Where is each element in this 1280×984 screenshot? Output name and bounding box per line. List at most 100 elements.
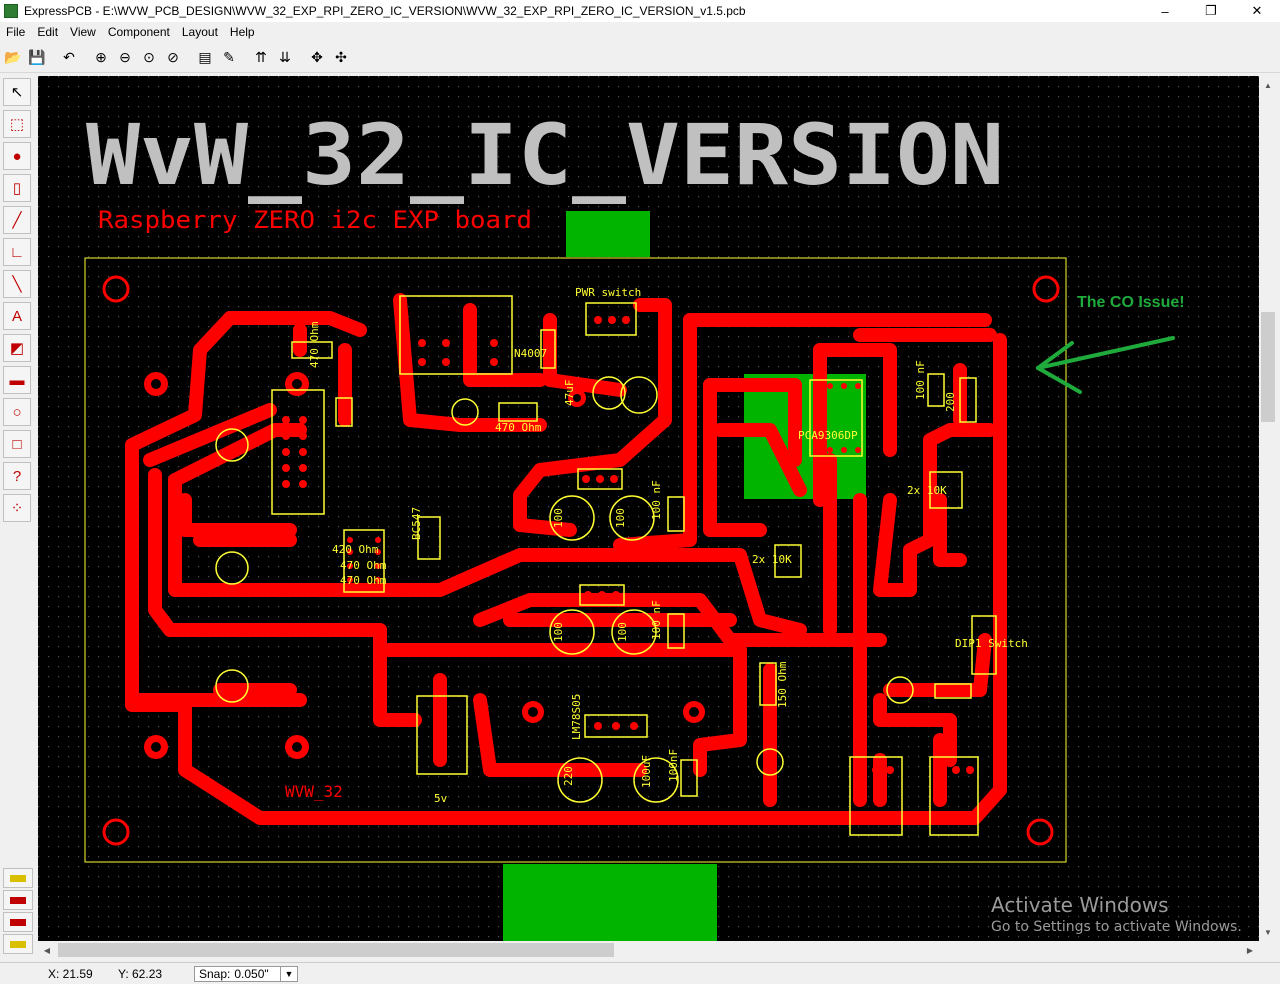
snap-select[interactable]: Snap: 0.050" ▼ — [194, 965, 298, 982]
bottom-layer-icon[interactable]: ⇊ — [274, 47, 296, 69]
label-5v: 5v — [434, 792, 448, 805]
netlist-icon[interactable]: ⁘ — [3, 494, 31, 522]
label-cap220: 220 — [562, 766, 575, 786]
label-cap47uf: 47uF — [563, 380, 576, 407]
maximize-button[interactable]: ❐ — [1188, 0, 1234, 22]
layer-swatch — [10, 896, 26, 904]
label-r470-b: 470 Ohm — [340, 574, 387, 587]
co-issue-annotation: The CO Issue! — [1077, 294, 1185, 311]
top-layer-icon[interactable]: ⇈ — [250, 47, 272, 69]
window-title: ExpressPCB - E:\WVW_PCB_DESIGN\WVW_32_EX… — [24, 4, 746, 18]
status-bar: X: 21.59 Y: 62.23 Snap: 0.050" ▼ — [0, 962, 1280, 984]
open-folder-icon[interactable]: 📂 — [2, 47, 24, 69]
move-component-icon[interactable]: ✣ — [330, 47, 352, 69]
silk-title-text: WvW_32_IC_VERSION — [86, 106, 1004, 204]
place-pad-icon[interactable]: ● — [3, 142, 31, 170]
pad-info-icon[interactable]: ? — [3, 462, 31, 490]
label-cap100-4: 100 — [616, 622, 629, 642]
zoom-in-icon[interactable]: ⊕ — [90, 47, 112, 69]
layer-swatch — [10, 874, 26, 882]
horizontal-scrollbar[interactable]: ◀ ▶ — [38, 941, 1259, 959]
label-cap100nf-4: 100nF — [667, 749, 680, 782]
vertical-scroll-thumb[interactable] — [1261, 312, 1275, 422]
circle-icon[interactable]: ○ — [3, 398, 31, 426]
label-cap100nf-2: 100 nF — [650, 480, 663, 520]
layer-swatch — [10, 918, 26, 926]
label-dip-switch: DIP1 Switch — [955, 637, 1028, 650]
horizontal-scroll-thumb[interactable] — [58, 943, 614, 957]
close-button[interactable]: ✕ — [1234, 0, 1280, 22]
label-r150: 150 Ohm — [776, 661, 789, 708]
menu-file[interactable]: File — [0, 22, 31, 42]
zoom-fit-icon[interactable]: ⊙ — [138, 47, 160, 69]
label-cap100nf-3: 100 nF — [650, 600, 663, 640]
label-cap100-3: 100 — [552, 622, 565, 642]
layer-top-copper-icon[interactable] — [3, 890, 33, 910]
label-r10k-a: 2x 10K — [907, 484, 947, 497]
place-component-icon[interactable]: ▯ — [3, 174, 31, 202]
ground-fill-top — [566, 211, 650, 257]
zoom-out-icon[interactable]: ⊖ — [114, 47, 136, 69]
menu-bar: File Edit View Component Layout Help — [0, 22, 1280, 42]
board-name-label: WVW_32 — [285, 782, 343, 801]
menu-layout[interactable]: Layout — [176, 22, 224, 42]
label-cap100-2: 100 — [614, 508, 627, 528]
label-r420: 420 Ohm — [332, 543, 379, 556]
layer-bottom-copper-icon[interactable] — [3, 912, 33, 932]
title-bar: ExpressPCB - E:\WVW_PCB_DESIGN\WVW_32_EX… — [0, 0, 1280, 22]
menu-view[interactable]: View — [64, 22, 102, 42]
menu-component[interactable]: Component — [102, 22, 176, 42]
left-tool-palette: ↖ ⬚ ● ▯ ╱ ∟ ╲ A ◩ ▬ ○ □? ⁘ — [0, 76, 36, 871]
label-r470-mid: 470 Ohm — [495, 421, 542, 434]
scroll-down-arrow-icon[interactable]: ▼ — [1259, 923, 1277, 941]
copper-fill-icon[interactable]: ▬ — [3, 366, 31, 394]
layer-bottom-silk-icon[interactable] — [3, 934, 33, 954]
layer-swatch — [10, 940, 26, 948]
layer-visibility-palette — [0, 868, 36, 958]
select-arrow-icon[interactable]: ↖ — [3, 78, 31, 106]
rectangle-icon[interactable]: □ — [3, 430, 31, 458]
place-text-icon[interactable]: A — [3, 302, 31, 330]
label-n4007: N4007 — [514, 347, 547, 360]
snap-label: Snap: — [199, 966, 231, 981]
filled-area-icon[interactable]: ◩ — [3, 334, 31, 362]
zoom-previous-icon[interactable]: ⊘ — [162, 47, 184, 69]
layer-top-silk-icon[interactable] — [3, 868, 33, 888]
properties-icon[interactable]: ▤ — [194, 47, 216, 69]
label-r10k-b: 2x 10K — [752, 553, 792, 566]
label-bc547: BC547 — [410, 507, 423, 540]
label-cap100uf: 100uF — [640, 755, 653, 788]
draw-corner-trace-icon[interactable]: ∟ — [3, 238, 31, 266]
red-subtitle-text: Raspberry ZERO i2c EXP board — [98, 206, 532, 234]
zoom-region-icon[interactable]: ⬚ — [3, 110, 31, 138]
menu-help[interactable]: Help — [224, 22, 261, 42]
vertical-scrollbar[interactable]: ▲ ▼ — [1259, 76, 1277, 941]
chevron-down-icon[interactable]: ▼ — [280, 966, 297, 981]
scroll-up-arrow-icon[interactable]: ▲ — [1259, 76, 1277, 94]
undo-icon[interactable]: ↶ — [58, 47, 80, 69]
label-cap100-1: 100 — [552, 508, 565, 528]
draw-line-icon[interactable]: ╲ — [3, 270, 31, 298]
label-r470-top: 470 Ohm — [308, 321, 321, 368]
label-pwr-switch: PWR switch — [575, 286, 641, 299]
label-r200: 200 — [944, 392, 957, 412]
cursor-x-readout: X: 21.59 — [48, 966, 93, 981]
label-lm78s05: LM78S05 — [570, 694, 583, 740]
toolbar: 📂 💾 ↶ ⊕ ⊖ ⊙ ⊘ ▤ ✎ ⇈ ⇊ ✥ ✣ — [0, 43, 1280, 73]
minimize-button[interactable]: – — [1142, 0, 1188, 22]
scroll-left-arrow-icon[interactable]: ◀ — [38, 941, 56, 959]
expresspcb-app-icon — [4, 4, 18, 18]
scroll-right-arrow-icon[interactable]: ▶ — [1241, 941, 1259, 959]
label-r470-a: 470 Ohm — [340, 559, 387, 572]
edit-properties-icon[interactable]: ✎ — [218, 47, 240, 69]
draw-trace-icon[interactable]: ╱ — [3, 206, 31, 234]
label-cap100nf-top: 100 nF — [914, 360, 927, 400]
ground-fill-bottom — [503, 864, 717, 941]
move-icon[interactable]: ✥ — [306, 47, 328, 69]
label-pca9306dp: PCA9306DP — [798, 429, 858, 442]
save-icon[interactable]: 💾 — [26, 47, 48, 69]
snap-value: 0.050" — [234, 966, 269, 981]
menu-edit[interactable]: Edit — [31, 22, 64, 42]
cursor-y-readout: Y: 62.23 — [118, 966, 163, 981]
pcb-canvas[interactable]: WvW_32_IC_VERSION Raspberry ZERO i2c EXP… — [38, 76, 1259, 941]
